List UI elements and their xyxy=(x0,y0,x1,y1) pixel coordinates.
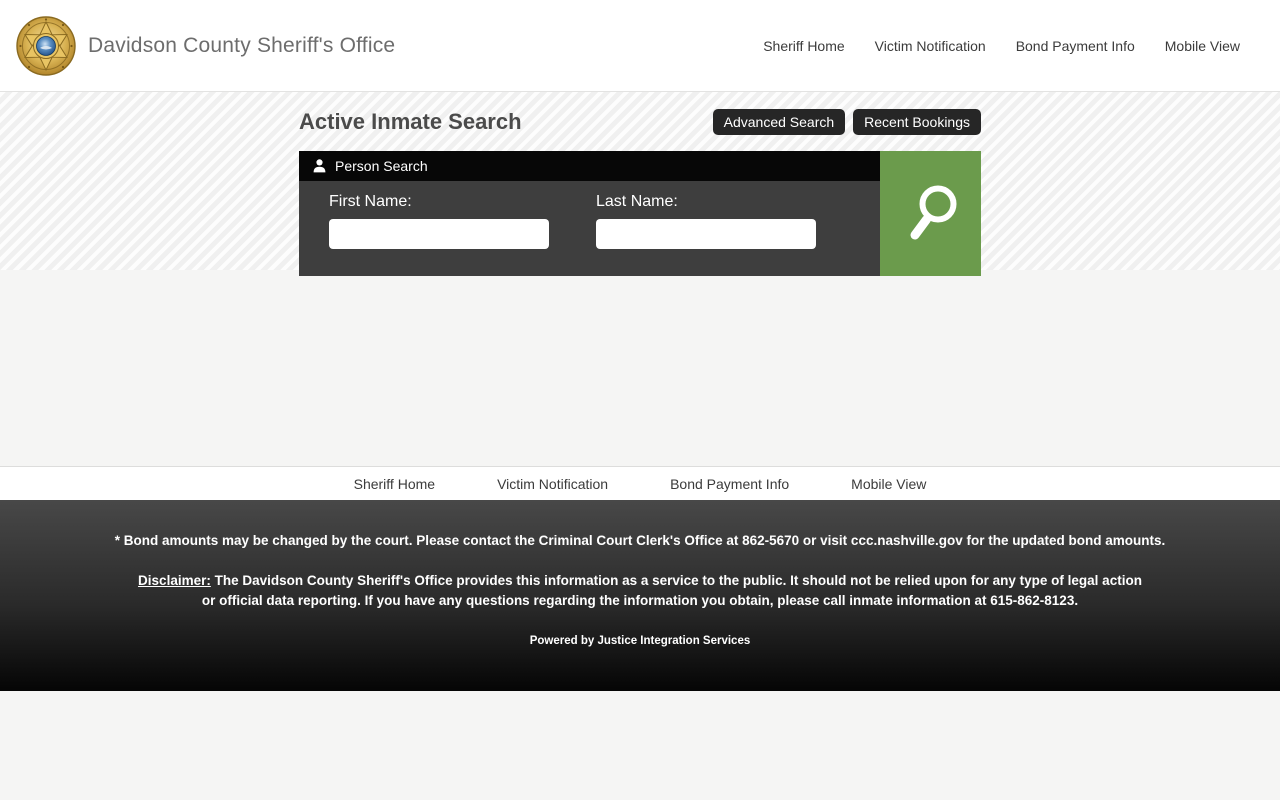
content-area xyxy=(0,270,1280,466)
magnifying-glass-icon xyxy=(910,185,956,239)
last-name-input[interactable] xyxy=(596,219,816,249)
person-search-panel-title: Person Search xyxy=(335,158,428,174)
search-submit-button[interactable] xyxy=(880,151,981,276)
site-footer: * Bond amounts may be changed by the cou… xyxy=(0,500,1280,691)
search-section: Active Inmate Search Advanced Search Rec… xyxy=(0,92,1280,276)
footer-nav-sheriff-home[interactable]: Sheriff Home xyxy=(354,476,435,492)
first-name-label: First Name: xyxy=(329,193,412,210)
top-nav-sheriff-home[interactable]: Sheriff Home xyxy=(763,38,844,54)
person-search-panel: Person Search First Name: Last Name: xyxy=(299,151,981,276)
disclaimer-label: Disclaimer: xyxy=(138,573,211,588)
top-nav-mobile-view[interactable]: Mobile View xyxy=(1165,38,1240,54)
top-nav-victim-notification[interactable]: Victim Notification xyxy=(875,38,986,54)
first-name-input[interactable] xyxy=(329,219,549,249)
last-name-label: Last Name: xyxy=(596,193,678,210)
top-nav: Sheriff Home Victim Notification Bond Pa… xyxy=(763,38,1240,54)
powered-by: Powered by Justice Integration Services xyxy=(0,635,1280,647)
top-nav-bond-payment-info[interactable]: Bond Payment Info xyxy=(1016,38,1135,54)
brand[interactable]: Davidson County Sheriff's Office xyxy=(16,15,395,77)
page-title: Active Inmate Search xyxy=(299,108,522,134)
disclaimer-text: Disclaimer: The Davidson County Sheriff'… xyxy=(138,571,1143,611)
footer-nav-victim-notification[interactable]: Victim Notification xyxy=(497,476,608,492)
site-title: Davidson County Sheriff's Office xyxy=(88,33,396,57)
advanced-search-button[interactable]: Advanced Search xyxy=(712,108,846,135)
footer-nav: Sheriff Home Victim Notification Bond Pa… xyxy=(0,466,1280,500)
footer-nav-mobile-view[interactable]: Mobile View xyxy=(851,476,926,492)
disclaimer-body: The Davidson County Sheriff's Office pro… xyxy=(201,573,1142,608)
bond-notice-text: * Bond amounts may be changed by the cou… xyxy=(114,533,1166,548)
footer-nav-bond-payment-info[interactable]: Bond Payment Info xyxy=(670,476,789,492)
person-search-panel-header: Person Search xyxy=(299,151,880,181)
sheriff-badge-logo-icon xyxy=(16,15,76,76)
powered-by-link[interactable]: Justice Integration Services xyxy=(597,635,750,647)
recent-bookings-button[interactable]: Recent Bookings xyxy=(853,108,981,135)
powered-by-prefix: Powered by xyxy=(529,635,598,647)
person-icon xyxy=(313,159,326,173)
page-bottom-area xyxy=(0,691,1280,800)
site-header: Davidson County Sheriff's Office Sheriff… xyxy=(0,0,1280,92)
